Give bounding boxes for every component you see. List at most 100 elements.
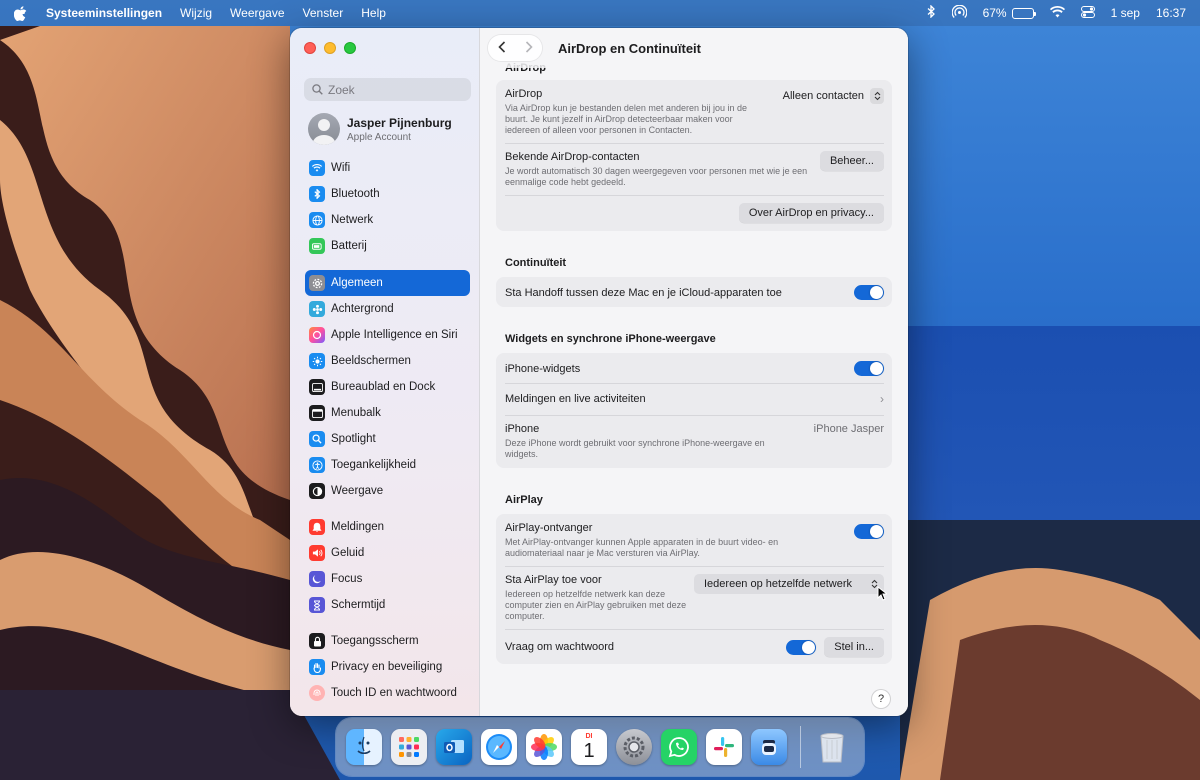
sidebar-item-weergave[interactable]: Weergave — [305, 478, 470, 504]
content-pane: AirDrop en Continuïteit AirDrop AirDrop … — [480, 28, 908, 716]
bluetooth-status-icon[interactable] — [927, 4, 936, 21]
bluetooth-icon — [309, 186, 325, 202]
notifications-row[interactable]: Meldingen en live activiteiten › — [496, 383, 892, 415]
ai-app-icon[interactable] — [751, 729, 787, 765]
notifications-label: Meldingen en live activiteiten — [505, 393, 646, 405]
chevron-right-icon: › — [880, 392, 884, 406]
airplay-card: AirPlay-ontvanger Met AirPlay-ontvanger … — [496, 514, 892, 664]
airdrop-description: Via AirDrop kun je bestanden delen met a… — [505, 103, 747, 135]
sidebar-item-label: Batterij — [331, 240, 367, 252]
lock-icon — [309, 633, 325, 649]
menu-help[interactable]: Help — [361, 6, 386, 20]
iphone-description: Deze iPhone wordt gebruikt voor synchron… — [505, 438, 765, 459]
photos-icon[interactable] — [526, 729, 562, 765]
menu-weergave[interactable]: Weergave — [230, 6, 284, 20]
handoff-toggle[interactable] — [854, 285, 884, 300]
airplay-receiver-description: Met AirPlay-ontvanger kunnen Apple appar… — [505, 537, 779, 558]
minimize-window-button[interactable] — [324, 42, 336, 54]
sidebar-item-bureaublad-dock[interactable]: Bureaublad en Dock — [305, 374, 470, 400]
apple-account[interactable]: Jasper Pijnenburg Apple Account — [308, 113, 479, 145]
slack-icon[interactable] — [706, 729, 742, 765]
sidebar-item-label: Bluetooth — [331, 188, 380, 200]
menu-time[interactable]: 16:37 — [1156, 6, 1186, 20]
calendar-icon[interactable]: DI 1 — [571, 729, 607, 765]
menu-wijzig[interactable]: Wijzig — [180, 6, 212, 20]
wifi-status-icon[interactable] — [1049, 5, 1065, 21]
sidebar-item-netwerk[interactable]: Netwerk — [305, 207, 470, 233]
menu-date[interactable]: 1 sep — [1111, 6, 1140, 20]
sidebar-item-schermtijd[interactable]: Schermtijd — [305, 592, 470, 618]
airdrop-visibility-popup[interactable]: Alleen contacten — [783, 88, 884, 104]
airplay-allow-label: Sta AirPlay toe voor — [505, 574, 602, 586]
sidebar-item-label: Menubalk — [331, 407, 381, 419]
accessibility-icon — [309, 457, 325, 473]
sidebar-group-network: Wifi Bluetooth Netwerk Batterij — [290, 155, 479, 259]
up-down-chevron-icon — [870, 88, 884, 104]
sidebar-group-notifications: Meldingen Geluid Focus Schermtijd — [290, 514, 479, 618]
sidebar-item-achtergrond[interactable]: Achtergrond — [305, 296, 470, 322]
apple-icon[interactable] — [14, 5, 28, 21]
setup-button[interactable]: Stel in... — [824, 637, 884, 657]
sidebar-item-algemeen[interactable]: Algemeen — [305, 270, 470, 296]
airdrop-row: AirDrop Via AirDrop kun je bestanden del… — [496, 80, 892, 143]
sidebar-item-beeldschermen[interactable]: Beeldschermen — [305, 348, 470, 374]
iphone-widgets-toggle[interactable] — [854, 361, 884, 376]
airplay-receiver-toggle[interactable] — [854, 524, 884, 539]
sidebar-item-meldingen[interactable]: Meldingen — [305, 514, 470, 540]
sidebar-item-toegangsscherm[interactable]: Toegangsscherm — [305, 628, 470, 654]
forward-button[interactable] — [525, 40, 533, 56]
dock-icon — [309, 379, 325, 395]
sidebar-item-menubalk[interactable]: Menubalk — [305, 400, 470, 426]
status-area: 67% 1 sep 16:37 — [927, 4, 1186, 22]
sidebar-item-label: Meldingen — [331, 521, 385, 533]
battery-status[interactable]: 67% — [983, 6, 1036, 20]
system-settings-icon[interactable] — [616, 729, 652, 765]
sidebar-item-privacy[interactable]: Privacy en beveiliging — [305, 654, 470, 680]
finder-icon[interactable] — [346, 729, 382, 765]
password-toggle[interactable] — [786, 639, 817, 655]
sidebar-item-label: Weergave — [331, 485, 384, 497]
whatsapp-icon[interactable] — [661, 729, 697, 765]
airplay-receiver-label: AirPlay-ontvanger — [505, 522, 593, 534]
safari-icon[interactable] — [481, 729, 517, 765]
sidebar-item-label: Beeldschermen — [331, 355, 411, 367]
settings-scroll-area[interactable]: AirDrop AirDrop Via AirDrop kun je besta… — [480, 58, 908, 716]
trash-icon[interactable] — [814, 729, 850, 765]
section-title-widgets: Widgets en synchrone iPhone-weergave — [505, 333, 716, 345]
sidebar-item-touch-id[interactable]: Touch ID en wachtwoord — [305, 680, 470, 706]
sidebar-item-apple-intelligence[interactable]: Apple Intelligence en Siri — [305, 322, 470, 348]
window-controls — [304, 42, 479, 54]
search-input[interactable]: Zoek — [304, 78, 471, 101]
airplay-allow-popup[interactable]: Iedereen op hetzelfde netwerk — [694, 574, 884, 594]
menu-venster[interactable]: Venster — [303, 6, 344, 20]
section-title-airplay: AirPlay — [505, 494, 543, 506]
menu-app-name[interactable]: Systeeminstellingen — [46, 6, 162, 20]
sidebar-item-label: Toegankelijkheid — [331, 459, 417, 471]
zoom-window-button[interactable] — [344, 42, 356, 54]
airdrop-privacy-button[interactable]: Over AirDrop en privacy... — [738, 203, 884, 223]
account-name: Jasper Pijnenburg — [347, 115, 452, 130]
sidebar-item-toegankelijkheid[interactable]: Toegankelijkheid — [305, 452, 470, 478]
airplay-receiver-row: AirPlay-ontvanger Met AirPlay-ontvanger … — [496, 514, 892, 566]
siri-icon — [309, 327, 325, 343]
sidebar-item-wifi[interactable]: Wifi — [305, 155, 470, 181]
sidebar-item-label: Geluid — [331, 547, 365, 559]
appearance-icon — [309, 483, 325, 499]
sidebar-item-spotlight[interactable]: Spotlight — [305, 426, 470, 452]
control-center-icon[interactable] — [1080, 5, 1095, 21]
airplay-allow-row: Sta AirPlay toe voor Iedereen op hetzelf… — [496, 566, 892, 629]
help-button[interactable]: ? — [872, 690, 890, 708]
airdrop-privacy-row: Over AirDrop en privacy... — [496, 195, 892, 231]
sidebar-item-geluid[interactable]: Geluid — [305, 540, 470, 566]
launchpad-icon[interactable] — [391, 729, 427, 765]
sidebar-item-focus[interactable]: Focus — [305, 566, 470, 592]
search-placeholder: Zoek — [328, 82, 355, 97]
back-button[interactable] — [497, 40, 506, 56]
outlook-icon[interactable] — [436, 729, 472, 765]
sidebar-item-bluetooth[interactable]: Bluetooth — [305, 181, 470, 207]
manage-button[interactable]: Beheer... — [819, 151, 884, 171]
close-window-button[interactable] — [304, 42, 316, 54]
airdrop-status-icon[interactable] — [951, 4, 967, 22]
sidebar-item-batterij[interactable]: Batterij — [305, 233, 470, 259]
bell-icon — [309, 519, 325, 535]
